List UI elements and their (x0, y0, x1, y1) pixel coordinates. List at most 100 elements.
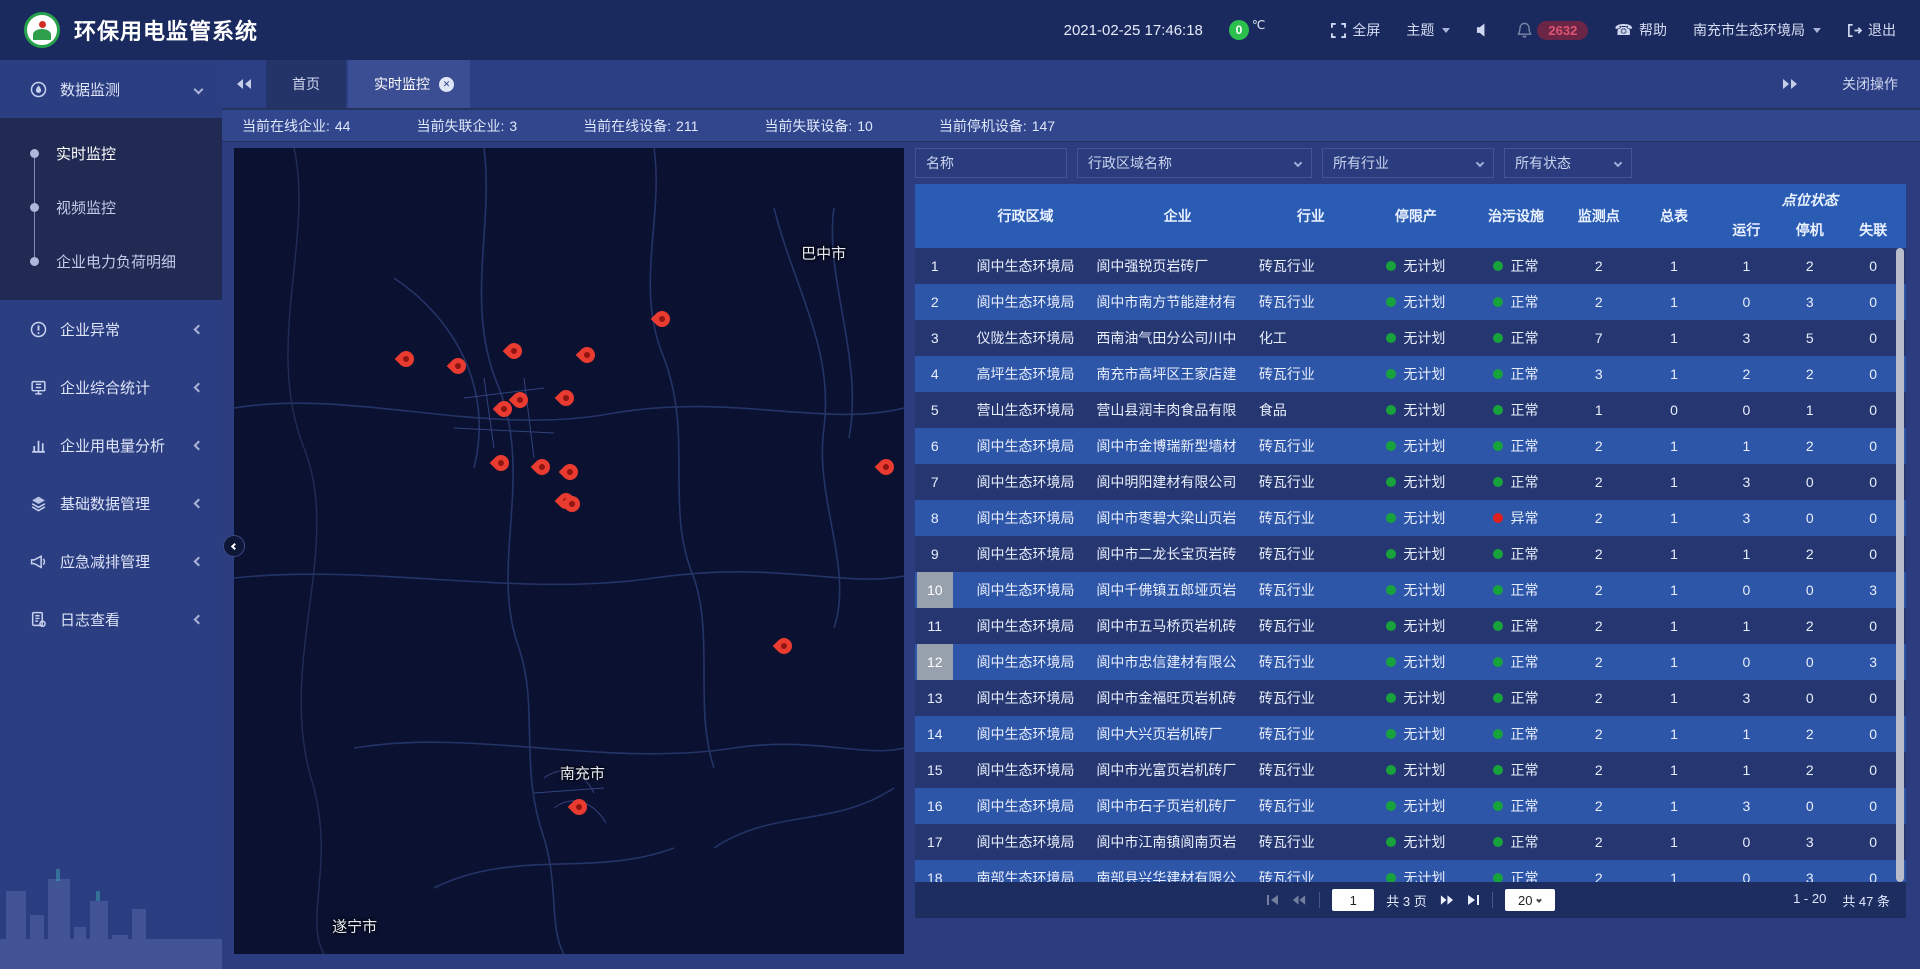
table-row[interactable]: 14 阆中生态环境局 阆中大兴页岩机砖厂 砖瓦行业 无计划 正常 2 1 1 2… (915, 716, 1906, 752)
page-number-input[interactable] (1332, 889, 1374, 911)
table-row[interactable]: 4 高坪生态环境局 南充市高坪区王家店建 砖瓦行业 无计划 正常 3 1 2 2… (915, 356, 1906, 392)
notification-badge: 2632 (1537, 21, 1588, 40)
sidebar-item-log-view[interactable]: 日志查看 (0, 590, 222, 648)
stop-status-dot-icon (1386, 513, 1396, 523)
logout-button[interactable]: 退出 (1847, 20, 1896, 40)
table-row[interactable]: 15 阆中生态环境局 阆中市光富页岩机砖厂 砖瓦行业 无计划 正常 2 1 1 … (915, 752, 1906, 788)
sidebar-item-company-abnormal[interactable]: 企业异常 (0, 300, 222, 358)
theme-label: 主题 (1406, 20, 1434, 40)
sidebar-item-company-statistics[interactable]: 企业综合统计 (0, 358, 222, 416)
tab-close-icon[interactable] (439, 77, 454, 92)
region-filter-select[interactable]: 行政区域名称 (1077, 148, 1312, 178)
map-panel[interactable]: 巴中市南充市遂宁市 (234, 148, 904, 954)
cell-run: 3 (1714, 798, 1779, 814)
cell-company: 阆中市二龙长宝页岩砖 (1096, 544, 1259, 564)
map-pin-icon[interactable] (490, 451, 513, 474)
cell-industry: 砖瓦行业 (1259, 544, 1363, 564)
table-row[interactable]: 3 仪陇生态环境局 西南油气田分公司川中 化工 无计划 正常 7 1 3 5 0 (915, 320, 1906, 356)
table-row[interactable]: 16 阆中生态环境局 阆中市石子页岩机砖厂 砖瓦行业 无计划 正常 2 1 3 … (915, 788, 1906, 824)
table-row[interactable]: 11 阆中生态环境局 阆中市五马桥页岩机砖 砖瓦行业 无计划 正常 2 1 1 … (915, 608, 1906, 644)
name-filter-input[interactable] (915, 148, 1067, 178)
tab-bar: 首页 实时监控 关闭操作 (222, 60, 1920, 110)
fullscreen-button[interactable]: 全屏 (1331, 20, 1380, 40)
map-pin-icon[interactable] (651, 308, 674, 331)
cell-region: 阆中生态环境局 (955, 652, 1097, 672)
table-row[interactable]: 6 阆中生态环境局 阆中市金博瑞新型墙材 砖瓦行业 无计划 正常 2 1 1 2… (915, 428, 1906, 464)
cell-stopped: 2 (1779, 258, 1840, 274)
table-row[interactable]: 5 营山生态环境局 营山县润丰肉食品有限 食品 无计划 正常 1 0 0 1 0 (915, 392, 1906, 428)
sidebar-item-power-analysis[interactable]: 企业用电量分析 (0, 416, 222, 474)
logout-icon (1847, 23, 1862, 38)
record-range-label: 1 - 20 (1793, 891, 1826, 910)
map-pin-icon[interactable] (773, 635, 796, 658)
help-button[interactable]: ☎ 帮助 (1614, 20, 1667, 40)
map-pin-icon[interactable] (555, 387, 578, 410)
cell-stop-label: 无计划 (1403, 652, 1445, 672)
pager-last-button[interactable] (1466, 894, 1480, 906)
cell-company: 营山县润丰肉食品有限 (1096, 400, 1259, 420)
cell-treatment-label: 正常 (1510, 400, 1538, 420)
cell-stopped: 2 (1779, 618, 1840, 634)
map-pin-icon[interactable] (447, 355, 470, 378)
sidebar-item-base-data[interactable]: 基础数据管理 (0, 474, 222, 532)
sidebar-item-video-monitor[interactable]: 视频监控 (0, 180, 222, 234)
sidebar-item-label: 数据监测 (60, 79, 120, 100)
tab-home[interactable]: 首页 (266, 60, 346, 108)
theme-button[interactable]: 主题 (1406, 20, 1450, 40)
table-row[interactable]: 7 阆中生态环境局 阆中明阳建材有限公司 砖瓦行业 无计划 正常 2 1 3 0… (915, 464, 1906, 500)
tabs-scroll-left-icon[interactable] (222, 60, 266, 108)
cell-treatment-label: 正常 (1510, 796, 1538, 816)
sidebar-item-data-monitor[interactable]: 数据监测 (0, 60, 222, 118)
sidebar-item-realtime-monitor[interactable]: 实时监控 (0, 126, 222, 180)
timeline-dot-icon (30, 203, 39, 212)
table-row[interactable]: 10 阆中生态环境局 阆中千佛镇五郎垭页岩 砖瓦行业 无计划 正常 2 1 0 … (915, 572, 1906, 608)
cell-points: 2 (1563, 474, 1634, 490)
status-filter-select[interactable]: 所有状态 (1504, 148, 1632, 178)
speaker-button[interactable] (1476, 23, 1491, 37)
industry-filter-select[interactable]: 所有行业 (1322, 148, 1494, 178)
tab-realtime-monitor[interactable]: 实时监控 (348, 60, 470, 108)
map-pin-icon[interactable] (875, 455, 898, 478)
pager-divider (1319, 892, 1320, 908)
table-row[interactable]: 1 阆中生态环境局 阆中强锐页岩砖厂 砖瓦行业 无计划 正常 2 1 1 2 0 (915, 248, 1906, 284)
table-row[interactable]: 12 阆中生态环境局 阆中市忠信建材有限公 砖瓦行业 无计划 正常 2 1 0 … (915, 644, 1906, 680)
table-row[interactable]: 9 阆中生态环境局 阆中市二龙长宝页岩砖 砖瓦行业 无计划 正常 2 1 1 2… (915, 536, 1906, 572)
pager-next-button[interactable] (1439, 894, 1454, 906)
map-pin-icon[interactable] (576, 344, 599, 367)
pager-first-button[interactable] (1266, 894, 1280, 906)
map-pin-icon[interactable] (503, 339, 526, 362)
page-size-select[interactable]: 20 (1505, 889, 1555, 911)
org-selector[interactable]: 南充市生态环境局 (1693, 20, 1821, 40)
cell-stop-label: 无计划 (1403, 724, 1445, 744)
map-pin-icon[interactable] (559, 461, 582, 484)
chevron-down-icon (194, 84, 204, 94)
table-row[interactable]: 8 阆中生态环境局 阆中市枣碧大梁山页岩 砖瓦行业 无计划 异常 2 1 3 0… (915, 500, 1906, 536)
table-row[interactable]: 13 阆中生态环境局 阆中市金福旺页岩机砖 砖瓦行业 无计划 正常 2 1 3 … (915, 680, 1906, 716)
cell-treatment-label: 正常 (1510, 652, 1538, 672)
cell-meters: 1 (1634, 762, 1713, 778)
treatment-status-dot-icon (1493, 297, 1503, 307)
notification[interactable]: 2632 (1517, 21, 1588, 40)
collapse-map-button[interactable] (223, 535, 245, 557)
cell-region: 阆中生态环境局 (955, 616, 1097, 636)
pager-prev-button[interactable] (1292, 894, 1307, 906)
map-pin-icon[interactable] (394, 348, 417, 371)
table-row[interactable]: 17 阆中生态环境局 阆中市江南镇阆南页岩 砖瓦行业 无计划 正常 2 1 0 … (915, 824, 1906, 860)
cell-meters: 1 (1634, 294, 1713, 310)
cell-stopped: 0 (1779, 654, 1840, 670)
close-operations-button[interactable]: 关闭操作 (1842, 60, 1898, 108)
tabs-scroll-right-icon[interactable] (1768, 60, 1812, 108)
sidebar-item-emergency-reduction[interactable]: 应急减排管理 (0, 532, 222, 590)
cell-run: 1 (1714, 258, 1779, 274)
sidebar-item-label: 日志查看 (60, 609, 120, 630)
table-row[interactable]: 18 南部生态环境局 南部县兴华建材有限公 砖瓦行业 无计划 正常 2 1 0 … (915, 860, 1906, 882)
map-pin-icon[interactable] (531, 455, 554, 478)
map-pin-icon[interactable] (568, 795, 591, 818)
sidebar-item-power-load-detail[interactable]: 企业电力负荷明细 (0, 234, 222, 288)
collapse-map-icon (230, 542, 237, 549)
stop-status-dot-icon (1386, 729, 1396, 739)
table-row[interactable]: 2 阆中生态环境局 阆中市南方节能建材有 砖瓦行业 无计划 正常 2 1 0 3… (915, 284, 1906, 320)
cell-meters: 1 (1634, 798, 1713, 814)
logo-icon (24, 12, 60, 48)
table-scrollbar[interactable] (1896, 248, 1904, 882)
